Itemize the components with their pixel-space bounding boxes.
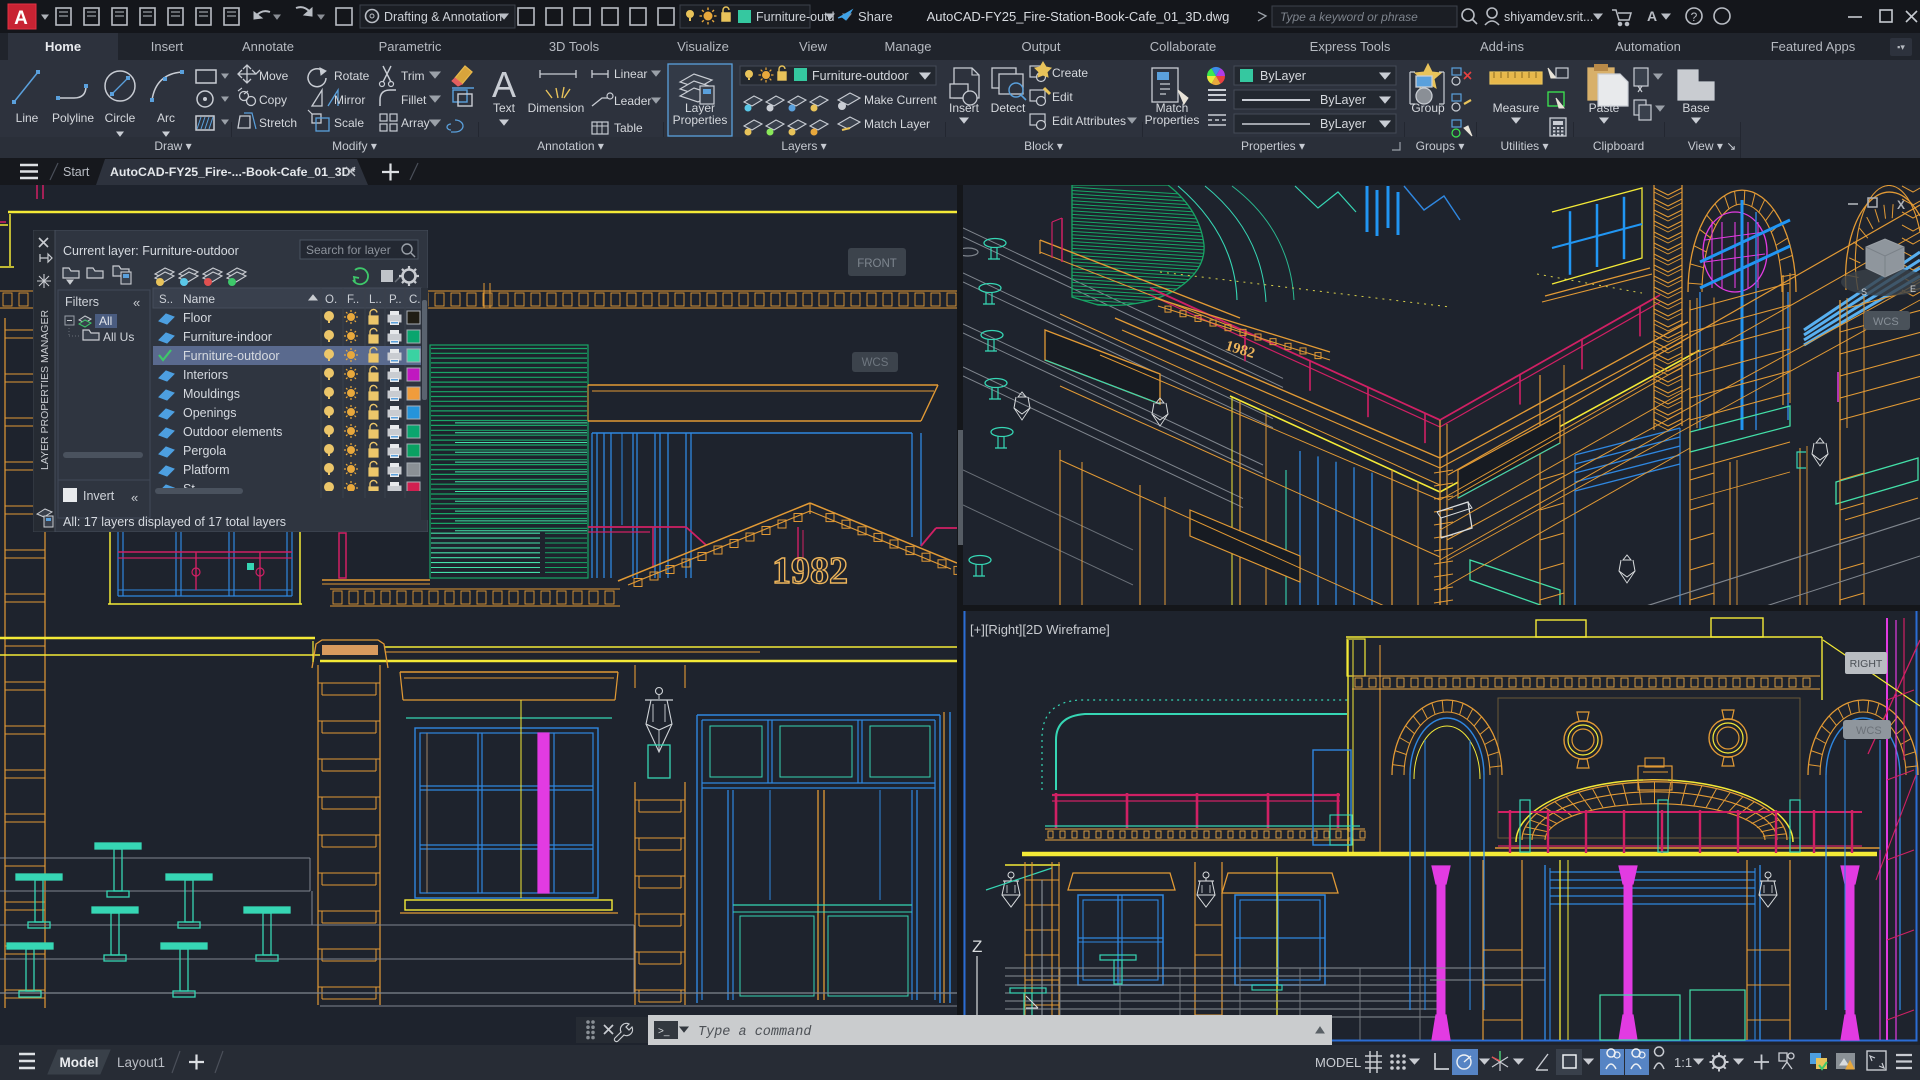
svg-text:Fillet: Fillet [401, 93, 427, 107]
svg-text:S: S [1861, 287, 1867, 297]
svg-text:X: X [1897, 198, 1905, 212]
svg-text:[+][Right][2D Wireframe]: [+][Right][2D Wireframe] [970, 622, 1110, 637]
svg-text:RIGHT: RIGHT [1850, 658, 1883, 670]
svg-text:Scale: Scale [334, 116, 364, 130]
svg-text:A: A [14, 8, 28, 29]
svg-text:Move: Move [259, 69, 289, 83]
svg-text:Array: Array [401, 116, 430, 130]
svg-text:Arc: Arc [157, 111, 175, 125]
svg-text:?: ? [1691, 10, 1698, 24]
svg-text:Linear: Linear [614, 67, 647, 81]
svg-text:Start: Start [63, 165, 90, 179]
svg-text:1982: 1982 [772, 550, 848, 592]
svg-text:Z: Z [972, 937, 982, 956]
svg-text:MODEL: MODEL [1315, 1055, 1361, 1070]
svg-text:Insert: Insert [949, 101, 980, 115]
svg-text:Outdoor elements: Outdoor elements [183, 425, 282, 439]
svg-text:E: E [1910, 284, 1916, 294]
svg-text:Dimension: Dimension [528, 101, 585, 115]
svg-text:ByLayer: ByLayer [1260, 69, 1306, 83]
svg-text:Drafting & Annotation: Drafting & Annotation [384, 10, 502, 24]
svg-text:Table: Table [614, 121, 643, 135]
svg-text:Rotate: Rotate [334, 69, 370, 83]
svg-text:Furniture-outd: Furniture-outd [756, 10, 835, 24]
svg-text:Make Current: Make Current [864, 93, 937, 107]
svg-text:A: A [492, 64, 516, 105]
svg-text:Furniture-outdoor: Furniture-outdoor [183, 349, 280, 363]
svg-text:Current layer: Furniture-outdo: Current layer: Furniture-outdoor [63, 244, 239, 258]
svg-text:O.: O. [325, 294, 337, 306]
svg-text:Edit: Edit [1052, 90, 1073, 104]
svg-text:Mouldings: Mouldings [183, 387, 240, 401]
svg-text:All Us: All Us [103, 330, 134, 344]
svg-text:Polyline: Polyline [52, 111, 94, 125]
svg-text:Openings: Openings [183, 406, 237, 420]
svg-text:Platform: Platform [183, 463, 230, 477]
svg-text:>_: >_ [658, 1026, 670, 1037]
svg-text:Detect: Detect [991, 101, 1026, 115]
svg-text:Properties: Properties [1145, 113, 1200, 127]
svg-text:A: A [1647, 8, 1657, 24]
svg-text:FRONT: FRONT [857, 258, 897, 270]
svg-text:Filters: Filters [65, 295, 99, 309]
svg-text:Trim: Trim [401, 69, 425, 83]
svg-text:Mirror: Mirror [334, 93, 365, 107]
svg-text:S..: S.. [159, 294, 173, 306]
svg-text:Paste: Paste [1589, 101, 1620, 115]
svg-text:Interiors: Interiors [183, 368, 228, 382]
svg-text:F..: F.. [347, 294, 359, 306]
svg-text:Layout1: Layout1 [117, 1055, 165, 1070]
svg-text:AutoCAD-FY25_Fire-...-Book-Caf: AutoCAD-FY25_Fire-...-Book-Cafe_01_3D* [110, 165, 356, 179]
svg-text:«: « [131, 490, 138, 505]
svg-text:Invert: Invert [83, 489, 115, 503]
svg-text:Text: Text [493, 101, 516, 115]
svg-text:Group: Group [1411, 101, 1445, 115]
svg-text:Name: Name [183, 292, 215, 306]
svg-text:Type a keyword or phrase: Type a keyword or phrase [1280, 10, 1418, 24]
svg-text:Circle: Circle [105, 111, 136, 125]
svg-text:Furniture-outdoor: Furniture-outdoor [812, 69, 909, 83]
svg-text:1:1: 1:1 [1674, 1055, 1692, 1070]
svg-text:WCS: WCS [1873, 316, 1899, 328]
svg-text:Properties: Properties [673, 113, 728, 127]
svg-text:Base: Base [1682, 101, 1710, 115]
svg-text:Leader: Leader [614, 94, 651, 108]
svg-text:Pergola: Pergola [183, 444, 226, 458]
svg-text:WCS: WCS [862, 357, 889, 369]
svg-text:Line: Line [16, 111, 39, 125]
svg-text:Create: Create [1052, 66, 1088, 80]
svg-text:ByLayer: ByLayer [1320, 117, 1366, 131]
svg-text:Floor: Floor [183, 311, 211, 325]
svg-text:Search for layer: Search for layer [306, 243, 391, 257]
svg-text:«: « [133, 295, 140, 310]
svg-text:Model: Model [60, 1055, 99, 1070]
svg-text:Match Layer: Match Layer [864, 117, 930, 131]
svg-text:AutoCAD-FY25_Fire-Station-Book: AutoCAD-FY25_Fire-Station-Book-Cafe_01_3… [927, 9, 1230, 24]
svg-text:LAYER PROPERTIES MANAGER: LAYER PROPERTIES MANAGER [39, 310, 51, 470]
svg-text:Type a command: Type a command [698, 1025, 812, 1040]
svg-text:Furniture-indoor: Furniture-indoor [183, 330, 272, 344]
svg-text:Share: Share [858, 9, 893, 24]
svg-text:P..: P.. [389, 294, 402, 306]
svg-text:All: 17 layers displayed of 17: All: 17 layers displayed of 17 total lay… [63, 515, 286, 529]
svg-text:Copy: Copy [259, 93, 287, 107]
svg-text:ByLayer: ByLayer [1320, 93, 1366, 107]
svg-text:WCS: WCS [1856, 725, 1882, 737]
svg-text:L..: L.. [369, 294, 382, 306]
svg-text:All: All [99, 314, 112, 328]
svg-text:Edit Attributes: Edit Attributes [1052, 114, 1126, 128]
svg-text:Stretch: Stretch [259, 116, 297, 130]
svg-text:shiyamdev.srit...: shiyamdev.srit... [1504, 10, 1593, 24]
svg-text:Measure: Measure [1493, 101, 1540, 115]
